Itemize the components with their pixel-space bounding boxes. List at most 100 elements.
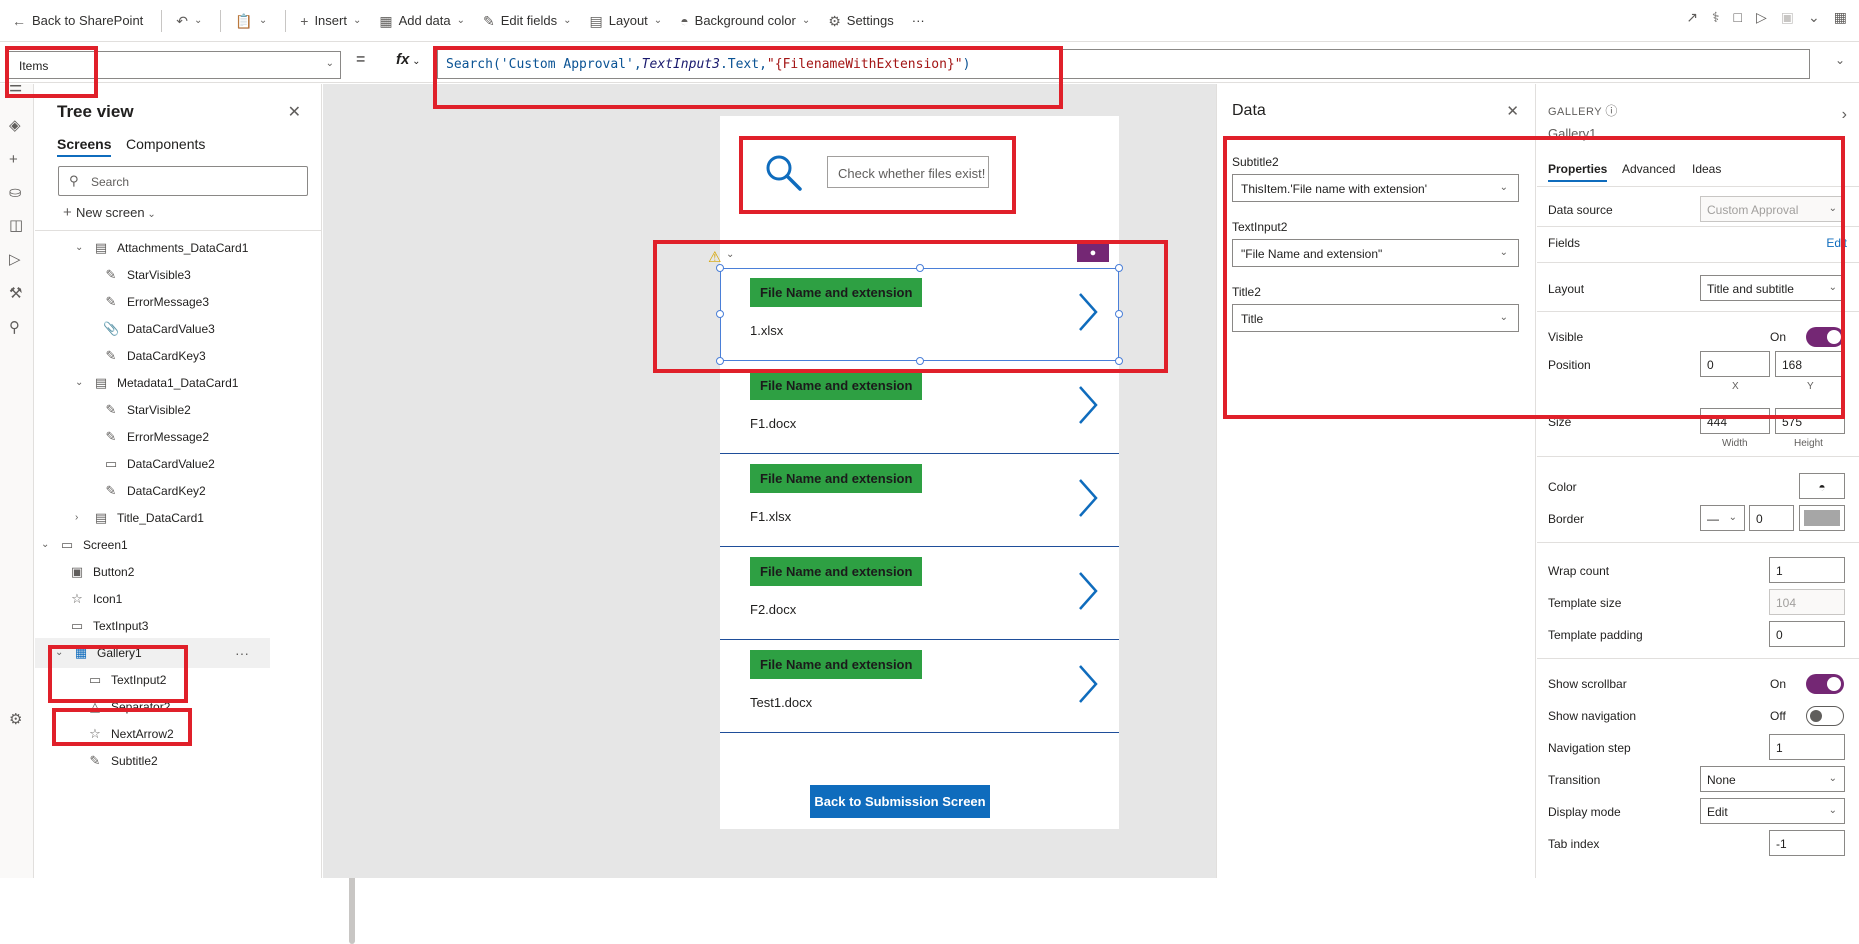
media-icon[interactable]: ◫ — [9, 218, 23, 233]
chevron-right-icon[interactable] — [1077, 383, 1099, 427]
position-y-input[interactable]: 168 — [1775, 351, 1845, 377]
edit-fields-button[interactable]: ✎ Edit fields ⌄ — [483, 13, 572, 28]
tab-screens[interactable]: Screens — [57, 136, 112, 157]
lightbulb-icon[interactable]: ● — [1077, 244, 1109, 262]
fx-icon[interactable]: fx ⌄ — [396, 51, 421, 68]
tools-icon[interactable]: ⚒ — [9, 286, 22, 301]
paste-button[interactable]: 📋 ⌄ — [235, 14, 267, 28]
back-to-sharepoint-button[interactable]: ← Back to SharePoint — [12, 13, 143, 28]
resize-handle[interactable] — [1115, 264, 1123, 272]
resize-handle[interactable] — [1115, 310, 1123, 318]
edit-fields-link[interactable]: Edit — [1826, 236, 1847, 250]
app-checker-icon[interactable]: ⚕ — [1712, 10, 1720, 24]
tree-node[interactable]: ✎ StarVisible3 — [103, 260, 191, 290]
tree-node-attachments-datacard[interactable]: ⌄ ▤ Attachments_DataCard1 — [75, 233, 248, 263]
tree-node[interactable]: 📎 DataCardValue3 — [103, 314, 215, 344]
expand-formula-icon[interactable]: ⌄ — [1835, 53, 1845, 67]
tree-node-separator2[interactable]: △ Separator2 — [87, 692, 170, 722]
warning-icon[interactable]: ⚠ — [708, 248, 721, 266]
gear-icon[interactable]: ⚙ — [9, 712, 22, 727]
border-width-input[interactable]: 0 — [1749, 505, 1794, 531]
show-navigation-toggle[interactable] — [1806, 706, 1844, 726]
visible-toggle[interactable] — [1806, 327, 1844, 347]
layout-select[interactable]: Title and subtitle ⌄ — [1700, 275, 1845, 301]
close-icon[interactable]: ✕ — [1506, 102, 1519, 120]
resize-handle[interactable] — [716, 310, 724, 318]
data-icon[interactable]: ⛀ — [9, 185, 22, 200]
resize-handle[interactable] — [916, 264, 924, 272]
back-to-submission-button[interactable]: Back to Submission Screen — [810, 785, 990, 818]
share-icon[interactable]: ↗ — [1686, 10, 1698, 24]
border-style-select[interactable]: — ⌄ — [1700, 505, 1745, 531]
color-picker[interactable]: ◓ — [1799, 473, 1845, 499]
help-icon[interactable]: ⓘ — [1605, 104, 1618, 118]
insert-button[interactable]: + Insert ⌄ — [300, 13, 361, 28]
publish-icon[interactable]: ▦ — [1834, 10, 1847, 24]
tree-node-button2[interactable]: ▣ Button2 — [69, 557, 135, 587]
gallery-item[interactable]: File Name and extension F1.docx — [720, 361, 1119, 454]
size-height-input[interactable]: 575 — [1775, 408, 1845, 434]
search-icon[interactable]: ⚲ — [9, 320, 20, 335]
tree-node[interactable]: ✎ DataCardKey3 — [103, 341, 206, 371]
undo-button[interactable]: ↶ ⌄ — [176, 14, 202, 28]
tree-node-nextarrow2[interactable]: ☆ NextArrow2 — [87, 719, 174, 749]
tab-ideas[interactable]: Ideas — [1692, 162, 1721, 176]
gallery-item[interactable]: File Name and extension Test1.docx — [720, 640, 1119, 733]
transition-select[interactable]: None ⌄ — [1700, 766, 1845, 792]
tree-node-textinput3[interactable]: ▭ TextInput3 — [69, 611, 149, 641]
size-width-input[interactable]: 444 — [1700, 408, 1770, 434]
field-select-textinput2[interactable]: "File Name and extension" ⌄ — [1232, 239, 1519, 267]
settings-button[interactable]: ⚙ Settings — [828, 13, 894, 28]
check-files-input[interactable]: Check whether files exist! — [827, 156, 989, 188]
tab-index-input[interactable]: -1 — [1769, 830, 1845, 856]
field-select-title2[interactable]: Title ⌄ — [1232, 304, 1519, 332]
comment-icon[interactable]: □ — [1734, 10, 1742, 24]
tree-node-subtitle2[interactable]: ✎ Subtitle2 — [87, 746, 158, 776]
chevron-right-icon[interactable] — [1077, 569, 1099, 613]
tree-node[interactable]: ✎ DataCardKey2 — [103, 476, 206, 506]
tab-advanced[interactable]: Advanced — [1622, 162, 1675, 176]
hamburger-icon[interactable]: ☰ — [9, 84, 22, 99]
navigation-step-input[interactable]: 1 — [1769, 734, 1845, 760]
tab-properties[interactable]: Properties — [1548, 162, 1608, 182]
property-dropdown[interactable]: Items ⌄ — [8, 51, 341, 79]
search-icon[interactable] — [762, 151, 806, 195]
insert-icon[interactable]: + — [9, 152, 18, 167]
formula-input[interactable]: Search('Custom Approval',TextInput3.Text… — [437, 49, 1810, 79]
add-data-button[interactable]: ▦ Add data ⌄ — [379, 13, 465, 28]
more-options-icon[interactable]: ··· — [235, 638, 249, 668]
chevron-right-icon[interactable] — [1077, 662, 1099, 706]
chevron-down-icon[interactable]: ⌄ — [1808, 10, 1820, 24]
layout-button[interactable]: ▤ Layout ⌄ — [590, 13, 663, 28]
gallery-item[interactable]: File Name and extension F2.docx — [720, 547, 1119, 640]
more-commands-button[interactable]: ··· — [912, 13, 925, 28]
layers-icon[interactable]: ◈ — [9, 118, 21, 133]
power-automate-icon[interactable]: ▷ — [9, 252, 21, 267]
chevron-right-icon[interactable] — [1077, 476, 1099, 520]
save-icon[interactable]: ▣ — [1781, 10, 1794, 24]
show-scrollbar-toggle[interactable] — [1806, 674, 1844, 694]
resize-handle[interactable] — [1115, 357, 1123, 365]
position-x-input[interactable]: 0 — [1700, 351, 1770, 377]
tree-node[interactable]: ✎ ErrorMessage3 — [103, 287, 209, 317]
template-padding-input[interactable]: 0 — [1769, 621, 1845, 647]
chevron-right-icon[interactable]: › — [1842, 106, 1847, 124]
field-select-subtitle2[interactable]: ThisItem.'File name with extension' ⌄ — [1232, 174, 1519, 202]
tree-node-metadata-datacard[interactable]: ⌄ ▤ Metadata1_DataCard1 — [75, 368, 238, 398]
wrap-count-input[interactable]: 1 — [1769, 557, 1845, 583]
tree-node-screen1[interactable]: ⌄ ▭ Screen1 — [41, 530, 128, 560]
play-icon[interactable]: ▷ — [1756, 10, 1767, 24]
tree-node-textinput2[interactable]: ▭ TextInput2 — [87, 665, 167, 695]
new-screen-button[interactable]: + New screen ⌄ — [63, 204, 156, 221]
gallery-item[interactable]: File Name and extension F1.xlsx — [720, 454, 1119, 547]
close-icon[interactable]: ✕ — [288, 102, 301, 122]
background-color-button[interactable]: ◓ Background color ⌄ — [680, 13, 810, 28]
tree-node-icon1[interactable]: ☆ Icon1 — [69, 584, 122, 614]
resize-handle[interactable] — [916, 357, 924, 365]
tree-search-input[interactable]: ⚲ Search — [58, 166, 308, 196]
tab-components[interactable]: Components — [126, 136, 205, 152]
tree-node[interactable]: ✎ ErrorMessage2 — [103, 422, 209, 452]
display-mode-select[interactable]: Edit ⌄ — [1700, 798, 1845, 824]
border-color-picker[interactable] — [1799, 505, 1845, 531]
tree-node[interactable]: ▭ DataCardValue2 — [103, 449, 215, 479]
